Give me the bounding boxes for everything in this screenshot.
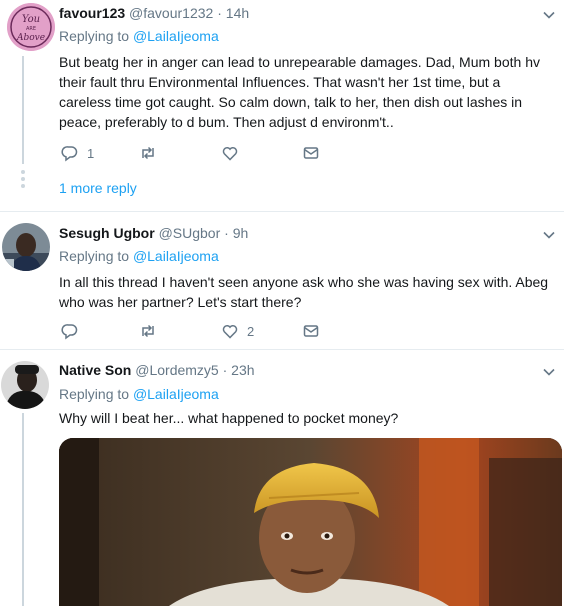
reply-button[interactable]: 1 (61, 143, 94, 163)
timestamp[interactable]: 9h (233, 225, 249, 241)
chevron-down-icon[interactable] (542, 228, 556, 242)
tweet-text: Why will I beat her... what happened to … (59, 410, 399, 426)
envelope-icon (303, 147, 319, 159)
thread-line (22, 56, 24, 164)
tweet[interactable]: Sesugh Ugbor @SUgbor · 9h Replying to @L… (0, 211, 564, 349)
replying-prefix: Replying to (59, 248, 133, 264)
tweet-text: In all this thread I haven't seen anyone… (59, 274, 549, 310)
avatar[interactable]: You ARE Above (7, 3, 55, 51)
like-count: 2 (247, 323, 255, 339)
like-button[interactable] (221, 143, 247, 163)
display-name[interactable]: Native Son (59, 362, 131, 378)
handle[interactable]: @Lordemzy5 (135, 362, 218, 378)
display-name[interactable]: favour123 (59, 5, 125, 21)
chevron-down-icon[interactable] (542, 8, 556, 22)
retweet-button[interactable] (139, 321, 165, 341)
tweet[interactable]: You ARE Above favour123 @favour1232 · 14… (0, 0, 564, 211)
reply-count: 1 (87, 145, 95, 161)
chevron-down-icon[interactable] (542, 365, 556, 379)
reply-button[interactable] (61, 321, 87, 341)
direct-message-button[interactable] (302, 321, 320, 341)
thread-dots (21, 170, 25, 191)
display-name[interactable]: Sesugh Ugbor (59, 225, 155, 241)
replying-prefix: Replying to (59, 386, 133, 402)
separator: · (213, 5, 226, 21)
tweet-header: favour123 @favour1232 · 14h (59, 5, 249, 21)
envelope-icon (303, 325, 319, 337)
timestamp[interactable]: 14h (226, 5, 249, 21)
handle[interactable]: @favour1232 (129, 5, 213, 21)
like-button[interactable]: 2 (221, 321, 254, 341)
replying-to: Replying to @LailaIjeoma (59, 386, 219, 402)
tweet[interactable]: Native Son @Lordemzy5 · 23h Replying to … (0, 349, 564, 606)
avatar-lettering: You (22, 14, 40, 25)
tweet-header: Native Son @Lordemzy5 · 23h (59, 362, 255, 378)
handle[interactable]: @SUgbor (159, 225, 221, 241)
avatar[interactable] (1, 361, 49, 409)
tweet-header: Sesugh Ugbor @SUgbor · 9h (59, 225, 248, 241)
reply-icon (61, 324, 78, 340)
separator: · (220, 225, 233, 241)
replying-to: Replying to @LailaIjeoma (59, 28, 219, 44)
svg-text:ARE: ARE (26, 26, 36, 32)
heart-icon (222, 147, 238, 161)
reply-icon (61, 146, 78, 162)
timestamp[interactable]: 23h (231, 362, 254, 378)
mention-link[interactable]: @LailaIjeoma (133, 386, 219, 402)
mention-link[interactable]: @LailaIjeoma (133, 248, 219, 264)
separator: · (218, 362, 232, 378)
more-replies-link[interactable]: 1 more reply (59, 180, 137, 196)
retweet-icon (142, 324, 154, 338)
retweet-button[interactable] (139, 143, 165, 163)
replying-prefix: Replying to (59, 28, 133, 44)
mention-link[interactable]: @LailaIjeoma (133, 28, 219, 44)
heart-icon (222, 325, 238, 339)
tweet-image[interactable] (59, 438, 562, 606)
retweet-icon (142, 146, 154, 160)
direct-message-button[interactable] (302, 143, 320, 163)
avatar[interactable] (2, 223, 50, 271)
replying-to: Replying to @LailaIjeoma (59, 248, 219, 264)
tweet-text: But beatg her in anger can lead to unrep… (59, 54, 540, 130)
thread-line (22, 413, 24, 606)
svg-text:Above: Above (16, 33, 45, 43)
